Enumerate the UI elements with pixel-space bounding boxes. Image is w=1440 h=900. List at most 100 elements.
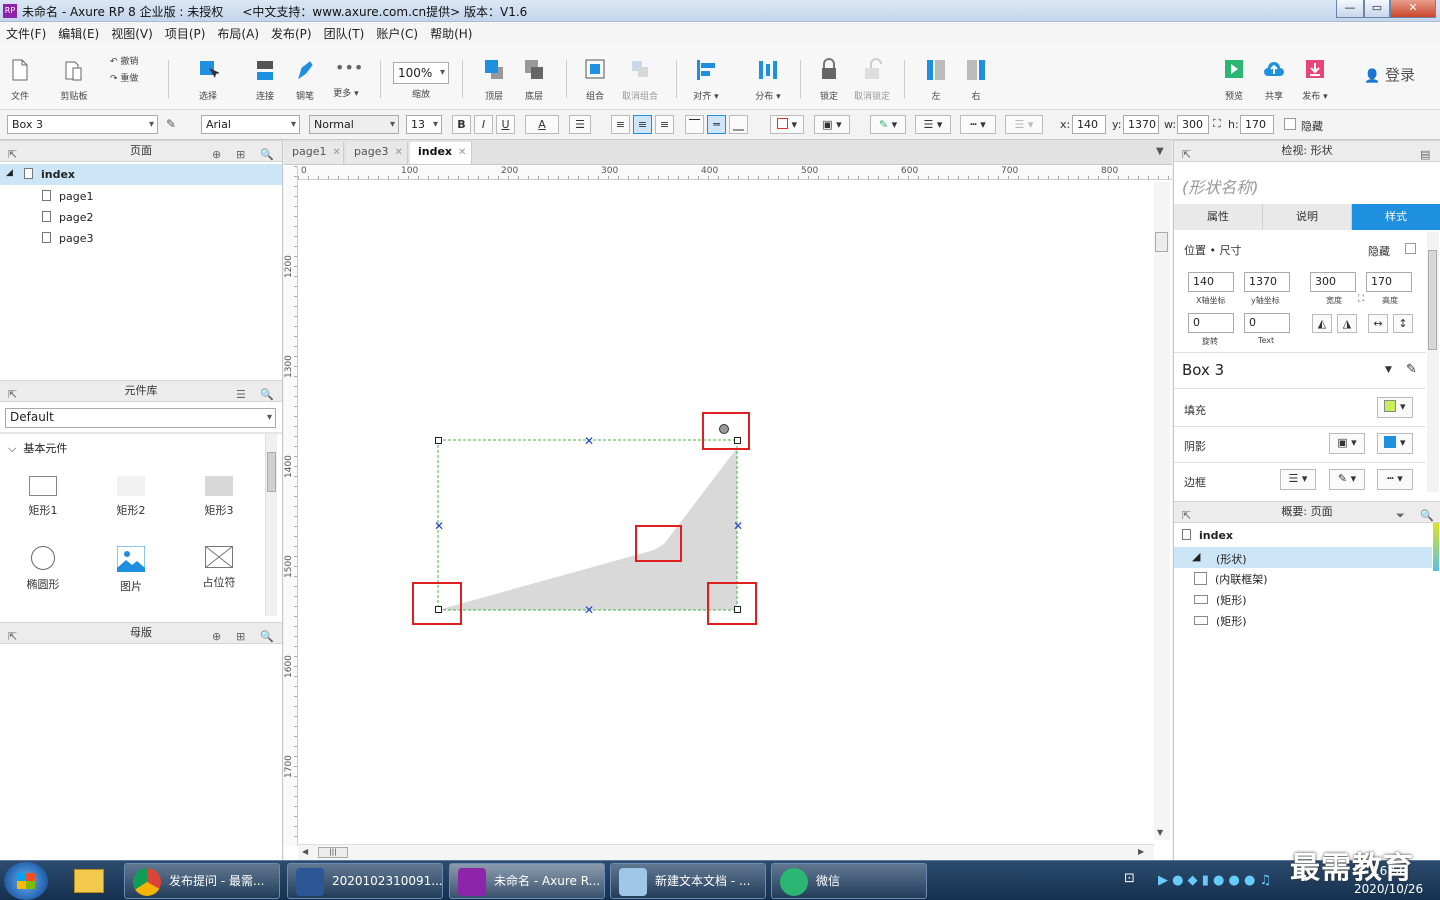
aspect-lock-icon[interactable]: ⛶ [1358,294,1364,304]
tab-list-icon[interactable]: ▼ [1156,146,1164,157]
menu-file[interactable]: 文件(F) [0,22,52,42]
bold-button[interactable]: B [452,115,471,134]
x-input[interactable]: 140 [1072,115,1106,134]
tab-notes[interactable]: 说明 [1263,204,1352,230]
notes-icon[interactable]: ▤ [1420,145,1430,165]
menu-team[interactable]: 团队(T) [318,22,371,42]
undo-button[interactable]: ↶ 撤销 [110,54,138,67]
menu-edit[interactable]: 编辑(E) [52,22,105,42]
bullet-list-icon[interactable]: ☰ [569,115,591,134]
ime-icon[interactable]: ⊡ [1124,871,1135,886]
outline-root[interactable]: index [1182,529,1233,542]
inspector-scrollbar[interactable] [1427,232,1439,492]
taskbar-item-axure[interactable]: 未命名 - Axure R... [449,863,605,899]
minimize-button[interactable]: — [1336,0,1364,18]
line-color-button[interactable]: ✎ ▾ [870,115,906,134]
zoom-select[interactable]: 100% [393,62,449,84]
ungroup-button[interactable]: 取消组合 [620,58,660,102]
outline-item-inline-frame[interactable]: (内联框架) [1194,571,1268,587]
line-width-button[interactable]: ☰ ▾ [915,115,951,134]
collapse-icon[interactable]: ⇱ [8,145,17,165]
pen-button[interactable]: 钢笔 [285,58,325,102]
hidden-checkbox[interactable] [1284,118,1296,130]
canvas-horizontal-scrollbar[interactable]: ◀ ||| ▶ [298,844,1154,860]
distribute-button[interactable]: 分布 ▾ [748,58,788,102]
tab-properties[interactable]: 属性 [1174,204,1263,230]
shadow-button[interactable]: ▣ ▾ [814,115,850,134]
style-edit-icon[interactable]: ✎ [1406,362,1417,377]
collapse-icon[interactable]: ⇱ [1182,145,1191,165]
unlock-button[interactable]: 取消锁定 [852,58,892,102]
italic-button[interactable]: I [474,115,493,134]
style-dropdown-icon[interactable]: ▼ [1385,365,1392,375]
valign-bottom-icon[interactable]: ⎽ [729,115,748,134]
vertex-marker-icon[interactable]: ✕ [733,520,743,532]
y-input[interactable]: 1370 [1123,115,1159,134]
w-input[interactable]: 300 [1177,115,1209,134]
tray-icons[interactable]: ▶ ● ◆ ▮ ● ● ● ♫ [1158,873,1271,888]
right-button[interactable]: 右 [956,58,996,102]
text-color-button[interactable]: A [525,115,559,134]
menu-account[interactable]: 账户(C) [370,22,424,42]
x-coordinate-input[interactable]: 140 [1188,272,1234,292]
collapse-icon[interactable]: ⇱ [1182,506,1191,526]
vertex-marker-icon[interactable]: ✕ [584,435,594,447]
inner-shadow-picker[interactable]: ▾ [1377,433,1413,454]
align-left-text-icon[interactable]: ≡ [611,115,630,134]
search-icon[interactable]: 🔍 [260,145,274,165]
close-tab-icon[interactable]: ✕ [394,147,402,158]
rotation-input[interactable]: 0 [1188,313,1234,333]
border-style-picker[interactable]: ┅ ▾ [1377,469,1413,490]
widget-image[interactable]: 图片 [101,546,161,594]
add-page-icon[interactable]: ⊕ [212,145,221,165]
left-button[interactable]: 左 [916,58,956,102]
file-button[interactable]: 文件 [0,58,40,102]
menu-help[interactable]: 帮助(H) [424,22,478,42]
menu-view[interactable]: 视图(V) [105,22,159,42]
hidden-checkbox[interactable] [1405,243,1416,254]
height-input[interactable]: 170 [1366,272,1412,292]
underline-button[interactable]: U [496,115,515,134]
filter-icon[interactable]: ⏷ [1396,506,1405,526]
shape-name-field[interactable]: (形状名称) [1182,174,1259,198]
style-edit-icon[interactable]: ✎ [166,117,176,131]
more-button[interactable]: ••• 更多 ▾ [326,58,366,99]
align-center-text-icon[interactable]: ≡ [633,115,652,134]
bring-to-top-button[interactable]: 顶层 [474,58,514,102]
page-item-page2[interactable]: page2 [42,211,93,224]
vertex-marker-icon[interactable]: ✕ [584,604,594,616]
h-input[interactable]: 170 [1240,115,1274,134]
menu-icon[interactable]: ☰ [236,385,246,405]
widget-rect3[interactable]: 矩形3 [189,476,249,518]
outline-item-rect[interactable]: (矩形) [1194,613,1247,629]
width-input[interactable]: 300 [1310,272,1356,292]
tab-style[interactable]: 样式 [1352,204,1440,230]
close-tab-icon[interactable]: ✕ [458,147,466,158]
font-size-select[interactable]: 13 [406,115,442,134]
tab-page3[interactable]: page3 ✕ [346,142,408,164]
page-item-page3[interactable]: page3 [42,232,93,245]
y-coordinate-input[interactable]: 1370 [1244,272,1290,292]
collapse-icon[interactable]: ⇱ [8,385,17,405]
clipboard-button[interactable]: 剪贴板 [54,58,94,102]
taskbar-item-wechat[interactable]: 微信 [771,863,927,899]
redo-button[interactable]: ↷ 重做 [110,71,138,84]
share-button[interactable]: 共享 [1254,58,1294,102]
page-item-index[interactable]: ◢ index [0,164,282,185]
taskbar-item-chrome[interactable]: 发布提问 - 最需... [124,863,280,899]
tab-page1[interactable]: page1 ✕ [284,142,344,164]
library-select[interactable]: Default [5,408,276,428]
valign-middle-icon[interactable]: ═ [707,115,726,134]
text-rotation-input[interactable]: 0 [1244,313,1290,333]
menu-project[interactable]: 项目(P) [159,22,212,42]
search-icon[interactable]: 🔍 [260,385,274,405]
widget-group-basic[interactable]: ⌵ 基本元件 [8,440,67,456]
valign-top-icon[interactable]: ⎺ [685,115,704,134]
add-folder-icon[interactable]: ⊞ [236,145,245,165]
aspect-lock-icon[interactable]: ⛶ [1213,117,1221,131]
font-style-select[interactable]: Normal [309,115,399,134]
align-right-text-icon[interactable]: ≡ [655,115,674,134]
preview-button[interactable]: 预览 [1214,58,1254,102]
widget-rect1[interactable]: 矩形1 [13,476,73,518]
canvas-vertical-scrollbar[interactable]: ▼ [1154,182,1170,840]
